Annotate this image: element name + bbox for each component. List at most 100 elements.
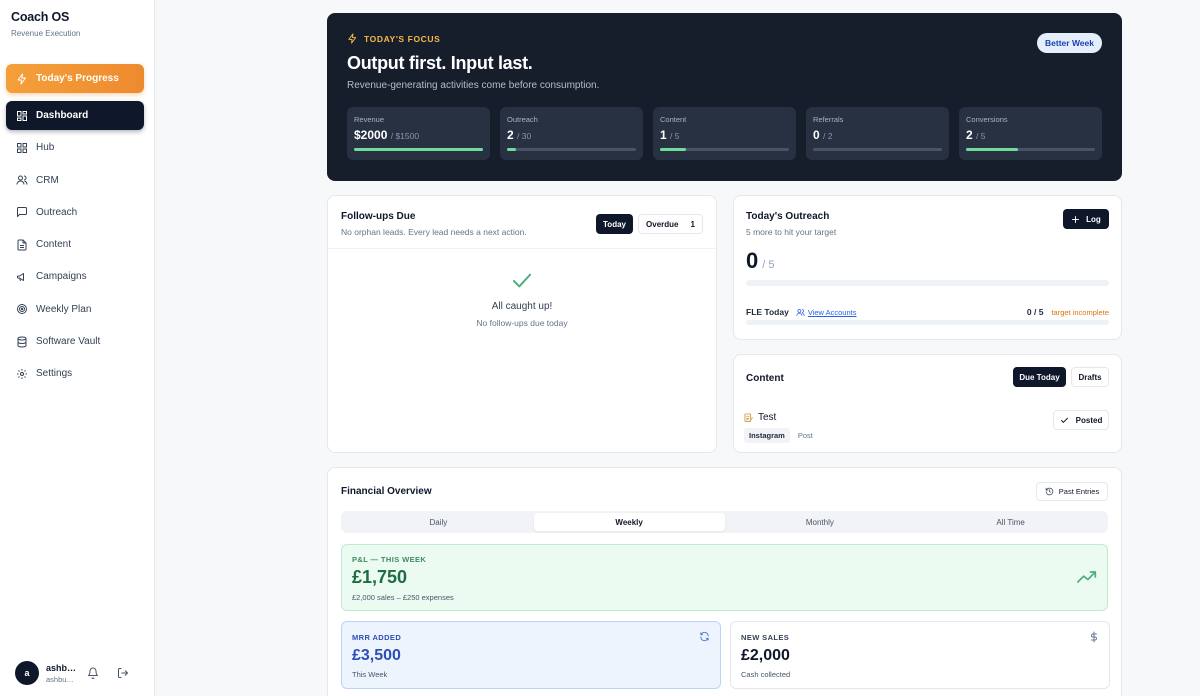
todays-progress-button[interactable]: Today's Progress xyxy=(6,64,144,93)
pl-value: £1,750 xyxy=(352,567,408,587)
sidebar-item-label: Weekly Plan xyxy=(36,303,92,315)
mrr-sub: This Week xyxy=(352,670,388,679)
outreach-count: 0/ 5 xyxy=(746,248,774,274)
user-actions xyxy=(87,667,129,679)
message-icon xyxy=(17,207,27,218)
bell-icon[interactable] xyxy=(87,667,99,679)
mrr-added-card: MRR ADDED £3,500 This Week xyxy=(341,621,721,689)
sidebar-item-label: Software Vault xyxy=(36,336,101,348)
tab-weekly[interactable]: Weekly xyxy=(533,513,725,531)
followups-header: Follow-ups Due No orphan leads. Every le… xyxy=(341,211,527,237)
refresh-icon xyxy=(700,631,709,642)
sidebar-item-weekly-plan[interactable]: Weekly Plan xyxy=(6,295,144,324)
tab-daily[interactable]: Daily xyxy=(343,513,534,531)
sidebar-item-dashboard[interactable]: Dashboard xyxy=(6,101,144,130)
stat-value: $2000 / $1500 xyxy=(354,128,483,142)
stat-label: Referrals xyxy=(813,115,844,124)
content-title: Content xyxy=(746,373,784,384)
platform-chip: Instagram xyxy=(744,428,790,443)
stat-progress-bar xyxy=(660,148,789,151)
stat-progress-bar xyxy=(354,148,483,151)
sales-value: £2,000 xyxy=(741,647,790,664)
financial-title: Financial Overview xyxy=(341,486,432,497)
view-accounts-link[interactable]: View Accounts xyxy=(796,308,856,317)
content-item-title: Test xyxy=(758,412,777,423)
empty-state: All caught up! No follow-ups due today xyxy=(328,272,716,328)
check-icon xyxy=(1060,417,1068,423)
stat-current: $2000 xyxy=(354,128,388,142)
sidebar-item-label: Settings xyxy=(36,368,73,380)
tab-all-time[interactable]: All Time xyxy=(915,513,1106,531)
stat-progress-fill xyxy=(354,148,483,151)
brand-title: Coach OS xyxy=(11,10,70,24)
outreach-progress-bar xyxy=(746,280,1109,286)
sidebar-item-label: Dashboard xyxy=(36,110,89,121)
user-profile: a ashb… ashbu… xyxy=(15,661,128,685)
daily-stats: Revenue $2000 / $1500 Outreach 2 / 30 Co… xyxy=(347,107,1102,160)
tab-today[interactable]: Today xyxy=(596,214,633,234)
content-card: Content Due Today Drafts Test Instagram … xyxy=(733,354,1122,453)
stat-value: 1 / 5 xyxy=(660,128,789,142)
tab-drafts[interactable]: Drafts xyxy=(1071,367,1109,387)
stat-target: / 5 xyxy=(976,131,986,141)
fle-count: 0 / 5 xyxy=(1026,307,1044,317)
focus-tag-label: TODAY'S FOCUS xyxy=(364,33,441,44)
posted-label: Posted xyxy=(1075,415,1103,425)
todays-focus-banner: TODAY'S FOCUS Output first. Input last. … xyxy=(327,13,1122,181)
past-entries-button[interactable]: Past Entries xyxy=(1036,482,1108,501)
sidebar-item-label: Hub xyxy=(36,142,55,154)
sidebar-item-outreach[interactable]: Outreach xyxy=(6,198,144,227)
divider xyxy=(328,248,716,249)
content-item-name: Test xyxy=(744,412,813,423)
tab-monthly[interactable]: Monthly xyxy=(725,513,916,531)
outreach-card: Today's Outreach 5 more to hit your targ… xyxy=(733,195,1122,340)
sidebar-item-software-vault[interactable]: Software Vault xyxy=(6,327,144,356)
memo-icon xyxy=(744,413,753,422)
brand: Coach OS Revenue Execution xyxy=(11,10,80,38)
user-info: ashb… ashbu… xyxy=(46,663,76,684)
stat-value: 2 / 30 xyxy=(507,128,636,142)
sidebar-item-hub[interactable]: Hub xyxy=(6,133,144,162)
stat-target: / 5 xyxy=(670,131,680,141)
sidebar-item-campaigns[interactable]: Campaigns xyxy=(6,262,144,291)
user-email: ashbu… xyxy=(46,674,74,684)
sidebar-item-content[interactable]: Content xyxy=(6,230,144,259)
better-week-badge[interactable]: Better Week xyxy=(1037,33,1102,53)
stat-progress-fill xyxy=(507,148,517,151)
stat-value: 2 / 5 xyxy=(966,128,1095,142)
tab-overdue[interactable]: Overdue 1 xyxy=(638,214,703,234)
focus-title: Output first. Input last. xyxy=(347,53,533,73)
sidebar-item-settings[interactable]: Settings xyxy=(6,359,144,388)
outreach-target: / 5 xyxy=(762,259,775,271)
sales-sub: Cash collected xyxy=(741,670,791,679)
stat-label: Outreach xyxy=(507,115,538,124)
financial-overview-card: Financial Overview Past Entries Daily We… xyxy=(327,467,1122,696)
pl-summary: P&L — THIS WEEK £1,750 £2,000 sales – £2… xyxy=(341,544,1108,611)
outreach-current: 0 xyxy=(746,248,759,273)
fle-status: target incomplete xyxy=(1051,307,1109,317)
focus-subtitle: Revenue-generating activities come befor… xyxy=(347,80,600,91)
outreach-subtitle: 5 more to hit your target xyxy=(746,227,837,237)
followups-subtitle: No orphan leads. Every lead needs a next… xyxy=(341,227,527,237)
stat-label: Revenue xyxy=(354,115,385,124)
users-icon xyxy=(16,175,28,185)
stat-label: Content xyxy=(660,115,687,124)
todays-progress-label: Today's Progress xyxy=(36,73,119,84)
content-item-meta: Instagram Post xyxy=(744,428,813,443)
stat-content: Content 1 / 5 xyxy=(653,107,796,160)
posted-button[interactable]: Posted xyxy=(1053,410,1109,430)
pl-breakdown: £2,000 sales – £250 expenses xyxy=(352,593,454,602)
avatar[interactable]: a xyxy=(15,661,39,685)
tab-due-today[interactable]: Due Today xyxy=(1013,367,1066,387)
fle-label: FLE Today xyxy=(746,307,789,317)
content-type: Post xyxy=(797,431,813,440)
followups-card: Follow-ups Due No orphan leads. Every le… xyxy=(327,195,717,453)
stat-progress-fill xyxy=(966,148,1018,151)
megaphone-icon xyxy=(17,272,24,282)
stat-conversions: Conversions 2 / 5 xyxy=(959,107,1102,160)
logout-icon[interactable] xyxy=(117,667,129,679)
sidebar-item-crm[interactable]: CRM xyxy=(6,166,144,195)
content-tabs: Due Today Drafts xyxy=(1013,367,1109,387)
log-button[interactable]: Log xyxy=(1063,209,1109,229)
stat-label: Conversions xyxy=(966,115,1008,124)
